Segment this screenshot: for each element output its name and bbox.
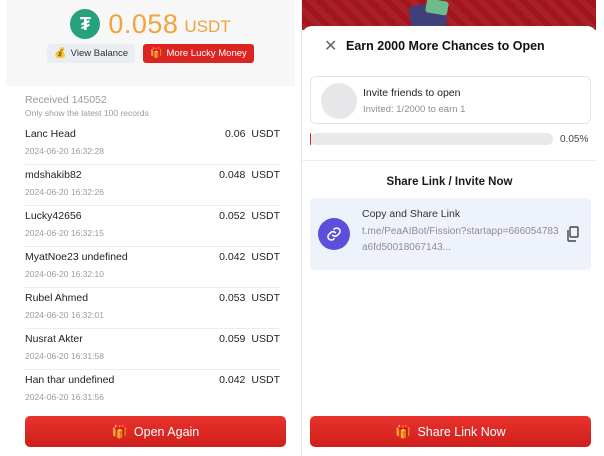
list-item: Lanc Head 2024-06-20 16:32:28 0.06 USDT (25, 124, 280, 165)
close-icon[interactable]: ✕ (324, 39, 337, 55)
record-time: 2024-06-20 16:32:28 (25, 146, 104, 156)
list-item: Han thar undefined 2024-06-20 16:31:56 0… (25, 370, 280, 411)
record-amount: 0.053 USDT (219, 292, 280, 304)
view-balance-label: View Balance (70, 48, 129, 59)
record-time: 2024-06-20 16:32:10 (25, 269, 104, 279)
record-amount: 0.042 USDT (219, 374, 280, 386)
record-amount: 0.06 USDT (225, 128, 280, 140)
list-item: MyatNoe23 undefined 2024-06-20 16:32:10 … (25, 247, 280, 288)
open-again-button[interactable]: 🎁 Open Again (25, 416, 286, 447)
record-time: 2024-06-20 16:31:56 (25, 392, 104, 402)
usdt-logo-icon: ₮ (70, 9, 101, 39)
more-lucky-money-button[interactable]: 🎁 More Lucky Money (143, 44, 254, 63)
record-amount: 0.059 USDT (219, 333, 280, 345)
record-time: 2024-06-20 16:32:01 (25, 310, 104, 320)
list-item: Lucky42656 2024-06-20 16:32:15 0.052 USDT (25, 206, 280, 247)
record-name: mdshakib82 (25, 169, 82, 181)
record-currency: USDT (251, 374, 280, 386)
received-currency: USDT (184, 17, 231, 36)
progress-fill (310, 133, 312, 145)
received-records-list: Lanc Head 2024-06-20 16:32:28 0.06 USDT m… (25, 124, 280, 411)
copy-share-title: Copy and Share Link (362, 208, 461, 220)
record-amount: 0.042 USDT (219, 251, 280, 263)
record-time: 2024-06-20 16:32:26 (25, 187, 104, 197)
record-currency: USDT (251, 169, 280, 181)
share-link-now-button[interactable]: 🎁 Share Link Now (310, 416, 591, 447)
balance-header: ₮ 0.058 USDT 💰 View Balance 🎁 More Lucky… (6, 0, 295, 86)
record-name: Lucky42656 (25, 210, 82, 222)
copy-icon[interactable] (566, 226, 580, 242)
progress-percent: 0.05% (560, 134, 589, 145)
record-amount-value: 0.048 (219, 169, 246, 181)
invite-count: Invited: 1/2000 to earn 1 (363, 104, 466, 115)
view-balance-button[interactable]: 💰 View Balance (47, 44, 136, 63)
amount-row: ₮ 0.058 USDT (6, 6, 295, 42)
record-amount-value: 0.059 (219, 333, 246, 345)
received-header: Received 145052 Only show the latest 100… (25, 94, 149, 118)
record-amount-value: 0.042 (219, 374, 246, 386)
gift-icon: 🎁 (111, 423, 128, 439)
record-amount-value: 0.052 (219, 210, 246, 222)
money-bag-icon: 💰 (54, 48, 67, 59)
header-actions: 💰 View Balance 🎁 More Lucky Money (6, 44, 295, 64)
list-item: Rubel Ahmed 2024-06-20 16:32:01 0.053 USD… (25, 288, 280, 329)
app-screen: ₮ 0.058 USDT 💰 View Balance 🎁 More Lucky… (0, 0, 604, 456)
record-name: Lanc Head (25, 128, 76, 140)
record-name: Nusrat Akter (25, 333, 83, 345)
link-icon (318, 218, 350, 250)
invite-progress-card: Invite friends to open Invited: 1/2000 t… (310, 76, 591, 124)
sheet-title: Earn 2000 More Chances to Open (346, 39, 545, 53)
record-amount: 0.048 USDT (219, 169, 280, 181)
record-name: MyatNoe23 undefined (25, 251, 128, 263)
received-list-area: Received 145052 Only show the latest 100… (6, 86, 295, 456)
open-again-label: Open Again (133, 424, 200, 439)
lucky-money-result-panel: ₮ 0.058 USDT 💰 View Balance 🎁 More Lucky… (6, 0, 295, 456)
more-lucky-money-label: More Lucky Money (166, 48, 247, 59)
record-currency: USDT (251, 333, 280, 345)
invite-sheet-panel: ✕ Earn 2000 More Chances to Open Invite … (301, 0, 596, 456)
gift-icon: 🎁 (395, 423, 412, 439)
record-amount: 0.052 USDT (219, 210, 280, 222)
record-amount-value: 0.06 (224, 128, 246, 140)
share-heading: Share Link / Invite Now (386, 176, 513, 188)
record-amount-value: 0.042 (219, 251, 246, 263)
invite-title: Invite friends to open (363, 87, 461, 99)
share-link-now-label: Share Link Now (417, 424, 506, 439)
record-name: Rubel Ahmed (25, 292, 89, 304)
record-amount-value: 0.053 (219, 292, 246, 304)
record-name: Han thar undefined (25, 374, 115, 386)
record-time: 2024-06-20 16:32:15 (25, 228, 104, 238)
record-currency: USDT (251, 251, 280, 263)
received-note: Only show the latest 100 records (25, 108, 149, 118)
received-amount: 0.058 (108, 8, 179, 39)
bottom-sheet: ✕ Earn 2000 More Chances to Open Invite … (302, 26, 596, 456)
record-time: 2024-06-20 16:31:58 (25, 351, 104, 361)
record-currency: USDT (251, 210, 280, 222)
divider (302, 160, 596, 161)
list-item: mdshakib82 2024-06-20 16:32:26 0.048 USDT (25, 165, 280, 206)
record-currency: USDT (251, 128, 280, 140)
gift-icon: 🎁 (150, 48, 163, 59)
share-link-card[interactable]: Copy and Share Link t.me/PeaAIBot/Fissio… (310, 198, 591, 270)
share-url: t.me/PeaAIBot/Fission?startapp=666054783… (362, 226, 559, 253)
list-item: Nusrat Akter 2024-06-20 16:31:58 0.059 US… (25, 329, 280, 370)
progress-bar (310, 133, 553, 145)
received-count: Received 145052 (25, 94, 107, 106)
avatar (321, 83, 357, 119)
record-currency: USDT (251, 292, 280, 304)
